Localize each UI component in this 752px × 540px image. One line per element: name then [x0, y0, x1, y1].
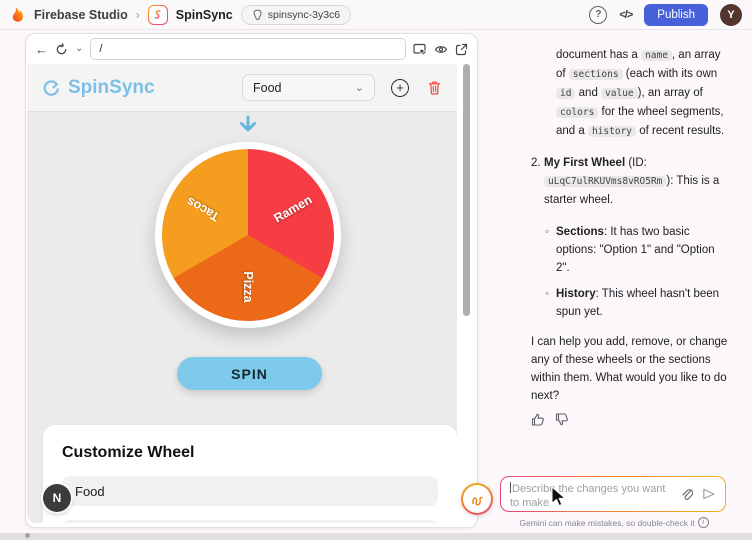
- feedback-row: [531, 413, 728, 426]
- preview-scrollbar-thumb[interactable]: [463, 64, 470, 316]
- help-icon[interactable]: ?: [589, 6, 607, 24]
- inspect-element-icon[interactable]: [413, 43, 427, 56]
- window-bottom-edge: [0, 533, 752, 540]
- workspace-icon: [252, 9, 263, 21]
- wheel-select[interactable]: Food ⌄: [242, 74, 375, 101]
- wheel-pointer-icon: [237, 115, 259, 134]
- thumbs-down-icon[interactable]: [555, 413, 569, 426]
- attach-file-icon[interactable]: [681, 487, 693, 502]
- chat-bullet-text: History: This wheel hasn't been spun yet…: [556, 285, 728, 321]
- spinsync-app-header: SpinSync Food ⌄ +: [27, 64, 457, 112]
- wheel-segment-label: Ramen: [271, 193, 314, 226]
- breadcrumb-app-name[interactable]: SpinSync: [176, 8, 233, 22]
- chat-input[interactable]: Describe the changes you want to make: [500, 476, 726, 512]
- workspace-badge-label: spinsync-3y3c6: [268, 9, 340, 21]
- spinsync-logo-icon: [42, 79, 60, 97]
- spin-button[interactable]: SPIN: [177, 357, 322, 390]
- list-marker: 2.: [531, 154, 544, 209]
- send-icon[interactable]: [701, 487, 716, 501]
- chat-paragraph: document has a name, an array of section…: [556, 46, 728, 141]
- bullet-icon: ◦: [545, 223, 556, 277]
- open-external-icon[interactable]: [455, 43, 468, 56]
- gemini-disclaimer: Gemini can make mistakes, so double-chec…: [498, 517, 730, 528]
- wheel[interactable]: Ramen Pizza Tacos: [155, 142, 341, 328]
- code-view-icon[interactable]: </>: [619, 9, 632, 21]
- wheel-segment-label: Tacos: [184, 194, 221, 224]
- reload-icon[interactable]: [55, 43, 68, 56]
- chat-message: document has a name, an array of section…: [531, 46, 728, 426]
- customize-wheel-heading: Customize Wheel: [62, 444, 438, 462]
- url-input[interactable]: [90, 38, 406, 60]
- wheel-labels: Ramen Pizza Tacos: [162, 149, 334, 321]
- user-avatar[interactable]: Y: [720, 4, 742, 26]
- wheel-segment-label: Pizza: [241, 271, 255, 302]
- chat-bullet-item: ◦ Sections: It has two basic options: "O…: [545, 223, 728, 277]
- topbar: Firebase Studio › SpinSync spinsync-3y3c…: [0, 0, 752, 30]
- preview-toolbar: ← ⌄: [26, 34, 477, 64]
- reload-dropdown-icon[interactable]: ⌄: [75, 44, 83, 54]
- preview-eye-icon[interactable]: [434, 44, 448, 55]
- chat-list-item-text: My First Wheel (ID: uLqC7ulRKUVms8vRO5Rm…: [544, 154, 728, 209]
- chat-bullet-item: ◦ History: This wheel hasn't been spun y…: [545, 285, 728, 321]
- bullet-icon: ◦: [545, 285, 556, 321]
- add-wheel-button[interactable]: +: [391, 79, 409, 97]
- publish-button[interactable]: Publish: [644, 4, 708, 26]
- chat-paragraph: I can help you add, remove, or change an…: [531, 333, 728, 405]
- preview-viewport: SpinSync Food ⌄ + Ramen Pizza Tacos: [27, 64, 457, 523]
- customize-wheel-card: Customize Wheel: [43, 425, 457, 523]
- app-title: SpinSync: [68, 77, 155, 99]
- resize-handle-dot: [25, 533, 30, 538]
- delete-wheel-button[interactable]: [427, 80, 442, 96]
- wheel-select-value: Food: [253, 81, 282, 95]
- thumbs-up-icon[interactable]: [531, 413, 545, 426]
- chat-list-item: 2. My First Wheel (ID: uLqC7ulRKUVms8vRO…: [531, 154, 728, 209]
- spinsync-app-icon: [148, 5, 168, 25]
- info-icon: i: [698, 517, 709, 528]
- text-caret: [510, 482, 511, 493]
- workspace-badge[interactable]: spinsync-3y3c6: [241, 5, 351, 25]
- chat-input-placeholder: Describe the changes you want to make: [510, 482, 670, 510]
- chevron-down-icon: ⌄: [355, 81, 364, 94]
- collaborator-cursor-badge: N: [43, 484, 71, 512]
- section-input-partial[interactable]: [62, 520, 438, 523]
- preview-panel: ← ⌄: [25, 33, 478, 528]
- breadcrumb-brand[interactable]: Firebase Studio: [34, 8, 128, 22]
- wheel-name-input[interactable]: [62, 476, 438, 506]
- annotation-tool-button[interactable]: [461, 483, 493, 515]
- mouse-cursor: [551, 486, 568, 507]
- back-icon[interactable]: ←: [35, 43, 48, 56]
- breadcrumb-separator-icon: ›: [136, 8, 140, 22]
- squiggle-icon: [468, 490, 486, 508]
- firebase-logo-icon: [10, 7, 26, 23]
- chat-bullet-text: Sections: It has two basic options: "Opt…: [556, 223, 728, 277]
- chat-sublist: ◦ Sections: It has two basic options: "O…: [545, 223, 728, 321]
